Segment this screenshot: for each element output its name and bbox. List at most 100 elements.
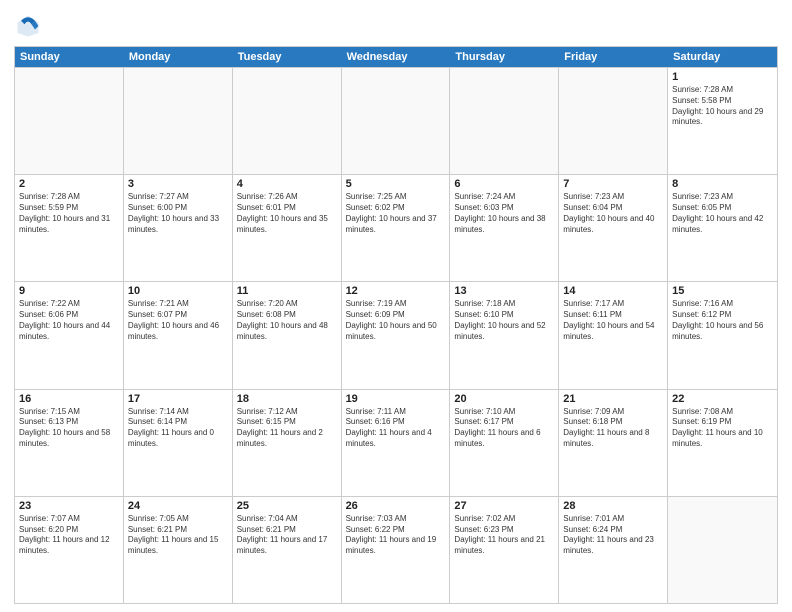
day-number: 16: [19, 393, 119, 405]
day-number: 1: [672, 71, 773, 83]
day-info: Sunrise: 7:04 AMSunset: 6:21 PMDaylight:…: [237, 514, 337, 557]
week-row-1: 2 Sunrise: 7:28 AMSunset: 5:59 PMDaylight…: [15, 174, 777, 281]
header: [14, 12, 778, 40]
day-cell-3: 3 Sunrise: 7:27 AMSunset: 6:00 PMDaylight…: [124, 175, 233, 281]
day-info: Sunrise: 7:16 AMSunset: 6:12 PMDaylight:…: [672, 299, 773, 342]
day-number: 14: [563, 285, 663, 297]
day-info: Sunrise: 7:28 AMSunset: 5:59 PMDaylight:…: [19, 192, 119, 235]
day-cell-23: 23 Sunrise: 7:07 AMSunset: 6:20 PMDayligh…: [15, 497, 124, 603]
day-number: 22: [672, 393, 773, 405]
day-info: Sunrise: 7:20 AMSunset: 6:08 PMDaylight:…: [237, 299, 337, 342]
day-info: Sunrise: 7:18 AMSunset: 6:10 PMDaylight:…: [454, 299, 554, 342]
logo-icon: [14, 12, 42, 40]
day-info: Sunrise: 7:07 AMSunset: 6:20 PMDaylight:…: [19, 514, 119, 557]
empty-cell: [342, 68, 451, 174]
day-info: Sunrise: 7:26 AMSunset: 6:01 PMDaylight:…: [237, 192, 337, 235]
day-number: 4: [237, 178, 337, 190]
empty-cell: [559, 68, 668, 174]
header-day-wednesday: Wednesday: [342, 47, 451, 67]
week-row-4: 23 Sunrise: 7:07 AMSunset: 6:20 PMDayligh…: [15, 496, 777, 603]
day-number: 27: [454, 500, 554, 512]
day-info: Sunrise: 7:24 AMSunset: 6:03 PMDaylight:…: [454, 192, 554, 235]
day-number: 13: [454, 285, 554, 297]
day-cell-19: 19 Sunrise: 7:11 AMSunset: 6:16 PMDayligh…: [342, 390, 451, 496]
day-info: Sunrise: 7:19 AMSunset: 6:09 PMDaylight:…: [346, 299, 446, 342]
calendar: SundayMondayTuesdayWednesdayThursdayFrid…: [14, 46, 778, 604]
day-cell-2: 2 Sunrise: 7:28 AMSunset: 5:59 PMDaylight…: [15, 175, 124, 281]
header-day-saturday: Saturday: [668, 47, 777, 67]
day-number: 9: [19, 285, 119, 297]
week-row-0: 1 Sunrise: 7:28 AMSunset: 5:58 PMDaylight…: [15, 67, 777, 174]
day-cell-6: 6Sunrise: 7:24 AMSunset: 6:03 PMDaylight…: [450, 175, 559, 281]
day-cell-26: 26 Sunrise: 7:03 AMSunset: 6:22 PMDayligh…: [342, 497, 451, 603]
page: SundayMondayTuesdayWednesdayThursdayFrid…: [0, 0, 792, 612]
day-cell-20: 20 Sunrise: 7:10 AMSunset: 6:17 PMDayligh…: [450, 390, 559, 496]
day-number: 20: [454, 393, 554, 405]
day-info: Sunrise: 7:05 AMSunset: 6:21 PMDaylight:…: [128, 514, 228, 557]
day-info: Sunrise: 7:14 AMSunset: 6:14 PMDaylight:…: [128, 407, 228, 450]
day-cell-21: 21 Sunrise: 7:09 AMSunset: 6:18 PMDayligh…: [559, 390, 668, 496]
header-day-monday: Monday: [124, 47, 233, 67]
day-cell-24: 24 Sunrise: 7:05 AMSunset: 6:21 PMDayligh…: [124, 497, 233, 603]
day-info: Sunrise: 7:09 AMSunset: 6:18 PMDaylight:…: [563, 407, 663, 450]
day-cell-7: 7Sunrise: 7:23 AMSunset: 6:04 PMDaylight…: [559, 175, 668, 281]
day-number: 23: [19, 500, 119, 512]
day-number: 15: [672, 285, 773, 297]
day-info: Sunrise: 7:10 AMSunset: 6:17 PMDaylight:…: [454, 407, 554, 450]
day-info: Sunrise: 7:01 AMSunset: 6:24 PMDaylight:…: [563, 514, 663, 557]
day-cell-22: 22 Sunrise: 7:08 AMSunset: 6:19 PMDayligh…: [668, 390, 777, 496]
empty-cell: [124, 68, 233, 174]
day-cell-11: 11 Sunrise: 7:20 AMSunset: 6:08 PMDayligh…: [233, 282, 342, 388]
day-cell-27: 27 Sunrise: 7:02 AMSunset: 6:23 PMDayligh…: [450, 497, 559, 603]
day-cell-16: 16 Sunrise: 7:15 AMSunset: 6:13 PMDayligh…: [15, 390, 124, 496]
empty-cell: [668, 497, 777, 603]
week-row-3: 16 Sunrise: 7:15 AMSunset: 6:13 PMDayligh…: [15, 389, 777, 496]
day-number: 12: [346, 285, 446, 297]
day-cell-9: 9 Sunrise: 7:22 AMSunset: 6:06 PMDaylight…: [15, 282, 124, 388]
header-day-sunday: Sunday: [15, 47, 124, 67]
day-cell-10: 10Sunrise: 7:21 AMSunset: 6:07 PMDayligh…: [124, 282, 233, 388]
day-cell-1: 1 Sunrise: 7:28 AMSunset: 5:58 PMDaylight…: [668, 68, 777, 174]
day-number: 28: [563, 500, 663, 512]
day-info: Sunrise: 7:03 AMSunset: 6:22 PMDaylight:…: [346, 514, 446, 557]
day-number: 17: [128, 393, 228, 405]
day-number: 3: [128, 178, 228, 190]
empty-cell: [233, 68, 342, 174]
day-info: Sunrise: 7:27 AMSunset: 6:00 PMDaylight:…: [128, 192, 228, 235]
day-info: Sunrise: 7:02 AMSunset: 6:23 PMDaylight:…: [454, 514, 554, 557]
day-info: Sunrise: 7:17 AMSunset: 6:11 PMDaylight:…: [563, 299, 663, 342]
day-info: Sunrise: 7:08 AMSunset: 6:19 PMDaylight:…: [672, 407, 773, 450]
header-day-tuesday: Tuesday: [233, 47, 342, 67]
day-cell-17: 17 Sunrise: 7:14 AMSunset: 6:14 PMDayligh…: [124, 390, 233, 496]
day-number: 24: [128, 500, 228, 512]
day-number: 7: [563, 178, 663, 190]
day-number: 26: [346, 500, 446, 512]
day-cell-12: 12 Sunrise: 7:19 AMSunset: 6:09 PMDayligh…: [342, 282, 451, 388]
day-number: 25: [237, 500, 337, 512]
day-info: Sunrise: 7:11 AMSunset: 6:16 PMDaylight:…: [346, 407, 446, 450]
day-number: 2: [19, 178, 119, 190]
day-info: Sunrise: 7:28 AMSunset: 5:58 PMDaylight:…: [672, 85, 773, 128]
day-number: 10: [128, 285, 228, 297]
day-number: 11: [237, 285, 337, 297]
day-number: 21: [563, 393, 663, 405]
day-info: Sunrise: 7:25 AMSunset: 6:02 PMDaylight:…: [346, 192, 446, 235]
day-number: 5: [346, 178, 446, 190]
day-cell-5: 5 Sunrise: 7:25 AMSunset: 6:02 PMDaylight…: [342, 175, 451, 281]
day-cell-15: 15 Sunrise: 7:16 AMSunset: 6:12 PMDayligh…: [668, 282, 777, 388]
day-info: Sunrise: 7:23 AMSunset: 6:05 PMDaylight:…: [672, 192, 773, 235]
empty-cell: [15, 68, 124, 174]
header-day-thursday: Thursday: [450, 47, 559, 67]
day-number: 8: [672, 178, 773, 190]
day-cell-14: 14 Sunrise: 7:17 AMSunset: 6:11 PMDayligh…: [559, 282, 668, 388]
day-number: 19: [346, 393, 446, 405]
day-cell-13: 13 Sunrise: 7:18 AMSunset: 6:10 PMDayligh…: [450, 282, 559, 388]
empty-cell: [450, 68, 559, 174]
day-cell-18: 18Sunrise: 7:12 AMSunset: 6:15 PMDayligh…: [233, 390, 342, 496]
day-info: Sunrise: 7:22 AMSunset: 6:06 PMDaylight:…: [19, 299, 119, 342]
day-cell-4: 4 Sunrise: 7:26 AMSunset: 6:01 PMDaylight…: [233, 175, 342, 281]
day-info: Sunrise: 7:15 AMSunset: 6:13 PMDaylight:…: [19, 407, 119, 450]
day-number: 18: [237, 393, 337, 405]
calendar-body: 1 Sunrise: 7:28 AMSunset: 5:58 PMDaylight…: [15, 67, 777, 603]
day-cell-28: 28 Sunrise: 7:01 AMSunset: 6:24 PMDayligh…: [559, 497, 668, 603]
